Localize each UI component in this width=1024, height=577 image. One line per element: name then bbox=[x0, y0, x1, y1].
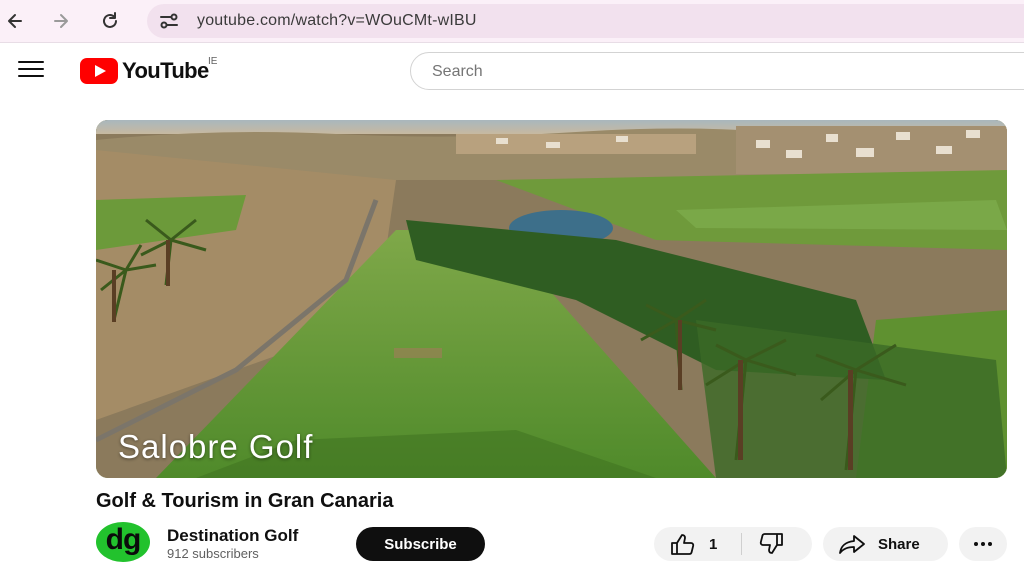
share-label: Share bbox=[878, 536, 920, 553]
share-arrow-icon bbox=[839, 535, 865, 554]
subscribe-button[interactable]: Subscribe bbox=[356, 527, 485, 561]
search-placeholder: Search bbox=[432, 63, 483, 80]
channel-name[interactable]: Destination Golf bbox=[167, 526, 298, 546]
video-title: Golf & Tourism in Gran Canaria bbox=[96, 490, 394, 512]
channel-avatar[interactable]: dg bbox=[96, 522, 150, 562]
subscriber-count: 912 subscribers bbox=[167, 546, 259, 561]
share-button[interactable]: Share bbox=[823, 527, 948, 561]
video-frame-image bbox=[96, 120, 1007, 478]
browser-toolbar: youtube.com/watch?v=WOuCMt-wIBU bbox=[0, 0, 1024, 43]
forward-arrow-icon[interactable] bbox=[48, 8, 74, 34]
site-info-icon[interactable] bbox=[159, 12, 179, 30]
reload-icon[interactable] bbox=[97, 8, 123, 34]
video-player[interactable]: Salobre Golf bbox=[96, 120, 1007, 478]
menu-icon[interactable] bbox=[18, 61, 44, 81]
like-separator bbox=[741, 533, 742, 555]
video-overlay-caption: Salobre Golf bbox=[118, 428, 314, 465]
url-text: youtube.com/watch?v=WOuCMt-wIBU bbox=[197, 12, 477, 29]
search-input[interactable]: Search bbox=[410, 52, 1024, 90]
youtube-play-icon bbox=[80, 58, 118, 84]
back-arrow-icon[interactable] bbox=[2, 8, 28, 34]
thumbs-down-icon[interactable] bbox=[758, 533, 784, 555]
more-horizontal-icon bbox=[974, 542, 992, 546]
youtube-logo[interactable]: YouTube bbox=[80, 58, 209, 84]
like-dislike-group: 1 bbox=[654, 527, 812, 561]
like-count: 1 bbox=[709, 536, 718, 553]
address-bar[interactable]: youtube.com/watch?v=WOuCMt-wIBU bbox=[147, 4, 1024, 38]
more-actions-button[interactable] bbox=[959, 527, 1007, 561]
region-code: IE bbox=[208, 56, 218, 67]
avatar-logo-text: dg bbox=[105, 523, 142, 556]
thumbs-up-icon[interactable] bbox=[670, 533, 696, 555]
logo-text: YouTube bbox=[122, 58, 209, 83]
